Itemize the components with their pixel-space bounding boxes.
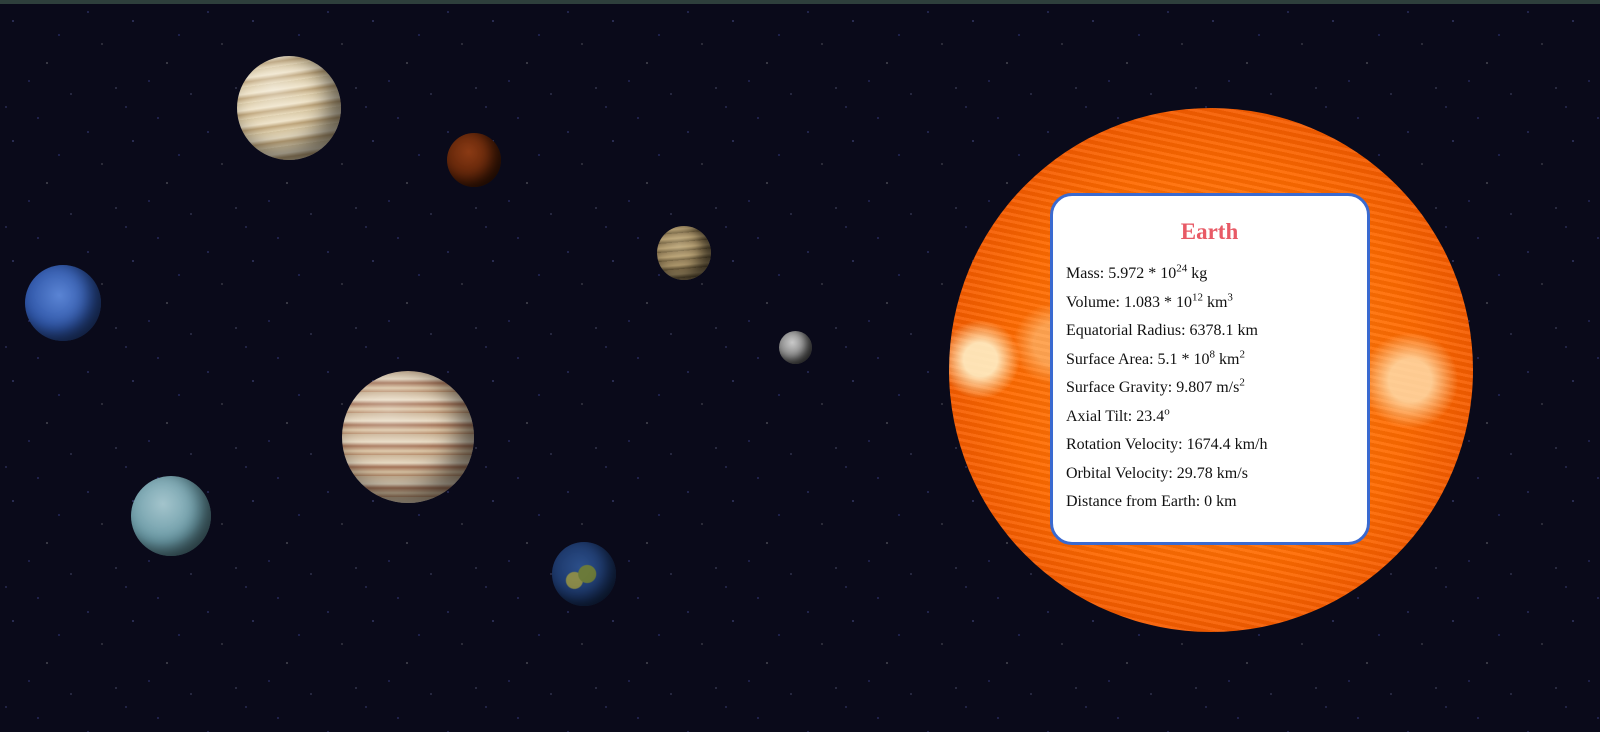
planet-info-card: Earth Mass: 5.972 * 1024 kg Volume: 1.08… xyxy=(1050,193,1370,545)
distance-from-earth-row: Distance from Earth: 0 km xyxy=(1066,493,1237,510)
planet-uranus[interactable] xyxy=(131,476,211,556)
planet-earth[interactable] xyxy=(552,542,616,606)
planet-venus[interactable] xyxy=(657,226,711,280)
volume-row: Volume: 1.083 * 1012 km3 xyxy=(1066,291,1233,311)
top-border xyxy=(0,0,1600,4)
surface-area-row: Surface Area: 5.1 * 108 km2 xyxy=(1066,348,1245,368)
mass-row: Mass: 5.972 * 1024 kg xyxy=(1066,262,1208,282)
planet-saturn[interactable] xyxy=(237,56,341,160)
planet-mars[interactable] xyxy=(447,133,501,187)
planet-jupiter[interactable] xyxy=(342,371,474,503)
equatorial-radius-row: Equatorial Radius: 6378.1 km xyxy=(1066,322,1258,339)
planet-mercury[interactable] xyxy=(779,331,812,364)
surface-gravity-row: Surface Gravity: 9.807 m/s2 xyxy=(1066,376,1245,396)
planet-name-title: Earth xyxy=(1180,219,1239,244)
rotation-velocity-row: Rotation Velocity: 1674.4 km/h xyxy=(1066,436,1268,453)
orbital-velocity-row: Orbital Velocity: 29.78 km/s xyxy=(1066,464,1248,482)
planet-neptune[interactable] xyxy=(25,265,101,341)
axial-tilt-row: Axial Tilt: 23.4o xyxy=(1066,405,1170,425)
